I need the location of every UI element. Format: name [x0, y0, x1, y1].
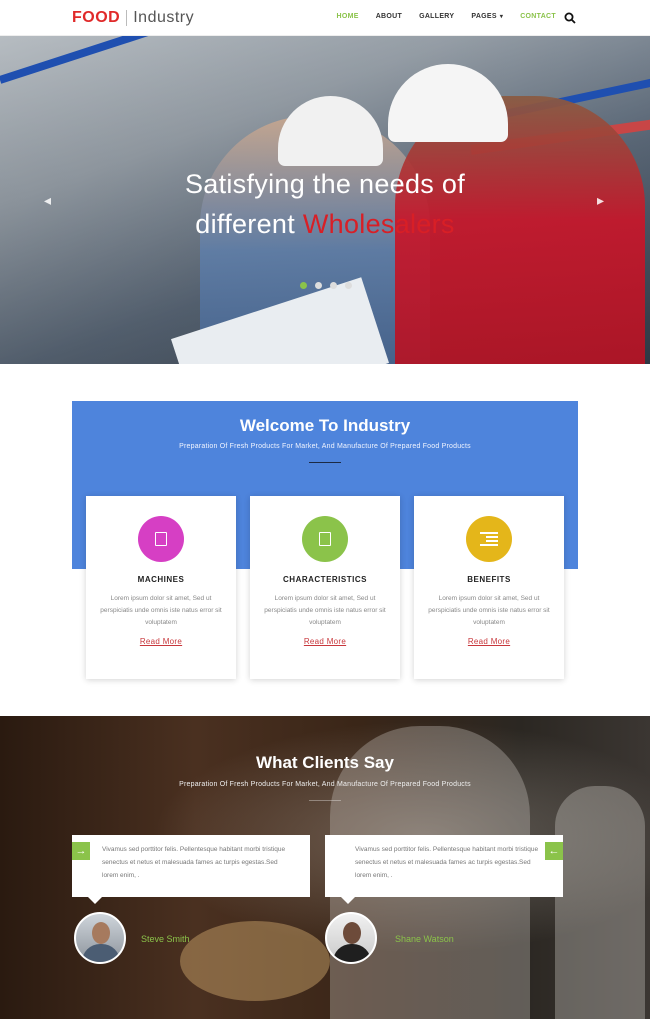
card-title: CHARACTERISTICS — [283, 575, 367, 584]
testimonial-quote-text: Vivamus sed porttitor felis. Pellentesqu… — [102, 846, 286, 879]
hero-title-line-1: Satisfying the needs of — [184, 169, 466, 199]
read-more-link[interactable]: Read More — [414, 637, 564, 646]
welcome-divider — [309, 462, 341, 463]
hard-hat-shape — [278, 96, 383, 166]
background-chef-figure — [555, 786, 645, 1019]
hero-title-prefix: different — [195, 209, 296, 239]
nav-about[interactable]: ABOUT — [376, 13, 402, 20]
read-more-link[interactable]: Read More — [86, 637, 236, 646]
card-text: Lorem ipsum dolor sit amet, Sed ut persp… — [264, 595, 386, 626]
card-title: BENEFITS — [467, 575, 511, 584]
main-nav: HOME ABOUT GALLERY PAGES ▾ CONTACT — [319, 13, 556, 20]
hero-title: Satisfying the needs of different Wholes… — [0, 164, 650, 244]
hard-hat-shape — [388, 64, 508, 142]
document-icon — [302, 516, 348, 562]
feature-card-machines: MACHINES Lorem ipsum dolor sit amet, Sed… — [86, 496, 236, 679]
nav-home[interactable]: HOME — [336, 13, 358, 20]
testimonial-quote-card: Vivamus sed porttitor felis. Pellentesqu… — [72, 835, 310, 904]
testimonial-quote-card: Vivamus sed porttitor felis. Pellentesqu… — [325, 835, 563, 904]
hero-image-detail — [0, 36, 249, 84]
testimonial-author-name: Steve Smith — [141, 934, 190, 944]
quote-tail — [341, 897, 355, 904]
testimonial-author-name: Shane Watson — [395, 934, 454, 944]
hero-slider: Satisfying the needs of different Wholes… — [0, 36, 650, 364]
card-title: MACHINES — [137, 575, 185, 584]
avatar — [325, 912, 377, 964]
card-text: Lorem ipsum dolor sit amet, Sed ut persp… — [428, 595, 550, 626]
hero-title-highlight: Wholesalers — [302, 209, 455, 239]
slider-dots — [300, 282, 352, 289]
testimonial-prev-arrow-icon[interactable]: → — [72, 842, 90, 860]
testimonials-title: What Clients Say — [256, 753, 394, 772]
testimonial-next-arrow-icon[interactable]: ← — [545, 842, 563, 860]
testimonial-quote-text: Vivamus sed porttitor felis. Pellentesqu… — [355, 846, 539, 879]
slider-prev-arrow-icon[interactable]: ◂ — [44, 192, 51, 209]
testimonials-subtitle: Preparation Of Fresh Products For Market… — [179, 781, 471, 788]
slider-next-arrow-icon[interactable]: ▸ — [597, 192, 604, 209]
logo-strong-text: FOOD — [72, 9, 121, 26]
nav-pages-label: PAGES — [471, 13, 497, 20]
feature-card-characteristics: CHARACTERISTICS Lorem ipsum dolor sit am… — [250, 496, 400, 679]
read-more-link[interactable]: Read More — [250, 637, 400, 646]
nav-gallery[interactable]: GALLERY — [419, 13, 454, 20]
slider-dot[interactable] — [300, 282, 307, 289]
site-logo[interactable]: FOOD Industry — [72, 9, 194, 27]
welcome-title: Welcome To Industry — [239, 416, 411, 435]
logo-light-text: Industry — [133, 9, 195, 26]
document-icon — [138, 516, 184, 562]
background-bread-basket — [180, 921, 330, 1001]
hero-title-line-2: different Wholesalers — [0, 204, 650, 244]
feature-card-benefits: BENEFITS Lorem ipsum dolor sit amet, Sed… — [414, 496, 564, 679]
nav-contact[interactable]: CONTACT — [520, 13, 556, 20]
slider-dot[interactable] — [345, 282, 352, 289]
quote-tail — [88, 897, 102, 904]
list-indent-icon — [466, 516, 512, 562]
testimonials-divider — [309, 800, 341, 801]
slider-dot[interactable] — [315, 282, 322, 289]
slider-dot[interactable] — [330, 282, 337, 289]
chevron-down-icon: ▾ — [499, 14, 504, 20]
site-header: FOOD Industry HOME ABOUT GALLERY PAGES ▾ … — [0, 0, 650, 36]
welcome-subtitle: Preparation Of Fresh Products For Market… — [179, 443, 471, 450]
testimonials-section: What Clients Say Preparation Of Fresh Pr… — [0, 716, 650, 1019]
search-icon[interactable] — [564, 12, 576, 24]
nav-pages[interactable]: PAGES ▾ — [471, 13, 503, 20]
avatar — [74, 912, 126, 964]
logo-divider — [126, 10, 128, 26]
card-text: Lorem ipsum dolor sit amet, Sed ut persp… — [100, 595, 222, 626]
